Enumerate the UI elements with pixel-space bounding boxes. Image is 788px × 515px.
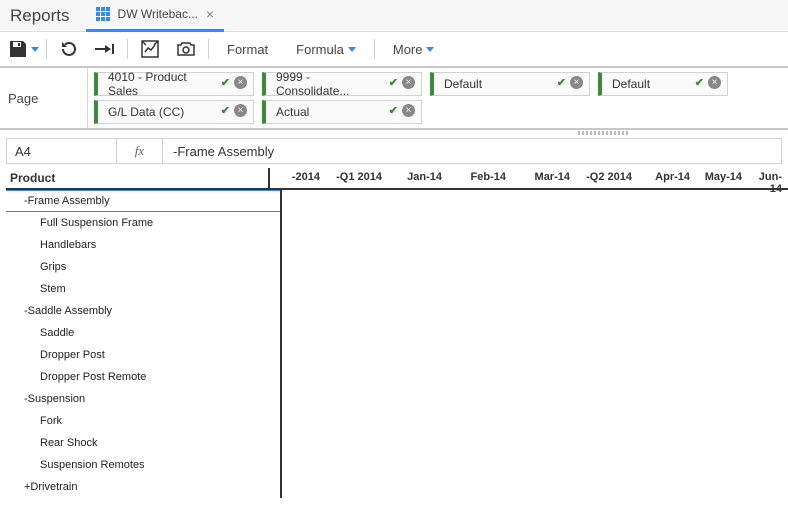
- submit-button[interactable]: [87, 31, 123, 67]
- toolbar: Format Formula More: [0, 32, 788, 68]
- fx-label[interactable]: fx: [117, 139, 163, 163]
- product-row[interactable]: Full Suspension Frame: [6, 212, 280, 234]
- chevron-down-icon: [426, 47, 434, 52]
- time-column-header[interactable]: -Q2 2014: [576, 168, 638, 188]
- filter-label: Default: [444, 77, 482, 91]
- save-button[interactable]: [6, 31, 42, 67]
- filter-pill[interactable]: 4010 - Product Sales ✔ ×: [94, 72, 254, 96]
- product-row[interactable]: +Drivetrain: [6, 476, 280, 498]
- filter-pill[interactable]: 9999 - Consolidate... ✔ ×: [262, 72, 422, 96]
- refresh-button[interactable]: [51, 31, 87, 67]
- time-column-headers: -2014-Q1 2014Jan-14Feb-14Mar-14-Q2 2014A…: [270, 168, 788, 190]
- time-column-header[interactable]: Jun-14: [748, 168, 788, 188]
- resize-grip[interactable]: [0, 130, 788, 136]
- filter-label: Default: [612, 77, 650, 91]
- chevron-down-icon: [31, 47, 39, 52]
- tab-label: DW Writebac...: [118, 7, 198, 21]
- check-icon: ✔: [389, 76, 398, 89]
- product-row[interactable]: Rear Shock: [6, 432, 280, 454]
- tabs-bar: Reports DW Writebac... ×: [0, 0, 788, 32]
- filter-line-2: G/L Data (CC) ✔ × Actual ✔ ×: [94, 100, 782, 124]
- filter-label: 9999 - Consolidate...: [276, 70, 381, 98]
- clear-filter-button[interactable]: ×: [234, 76, 247, 89]
- more-menu[interactable]: More: [379, 31, 449, 67]
- tab-close-button[interactable]: ×: [206, 6, 214, 22]
- separator: [208, 39, 209, 59]
- product-row[interactable]: -Saddle Assembly: [6, 300, 280, 322]
- reports-heading: Reports: [0, 6, 86, 26]
- product-row[interactable]: Saddle: [6, 322, 280, 344]
- data-area[interactable]: [282, 190, 788, 498]
- filter-pill[interactable]: Default ✔ ×: [430, 72, 590, 96]
- filter-pill[interactable]: Actual ✔ ×: [262, 100, 422, 124]
- time-column-header[interactable]: Jan-14: [388, 168, 448, 188]
- check-icon: ✔: [221, 104, 230, 117]
- camera-button[interactable]: [168, 31, 204, 67]
- product-row[interactable]: -Frame Assembly: [6, 190, 280, 212]
- column-headers: Product -2014-Q1 2014Jan-14Feb-14Mar-14-…: [6, 168, 788, 190]
- grid-icon: [96, 7, 110, 21]
- separator: [46, 39, 47, 59]
- product-row[interactable]: -Suspension: [6, 388, 280, 410]
- filter-line-1: 4010 - Product Sales✔×9999 - Consolidate…: [94, 72, 782, 96]
- page-label: Page: [0, 68, 88, 128]
- clear-filter-button[interactable]: ×: [402, 76, 415, 89]
- product-row[interactable]: Dropper Post: [6, 344, 280, 366]
- check-icon: ✔: [695, 76, 704, 89]
- time-column-header[interactable]: -Q1 2014: [326, 168, 388, 188]
- check-icon: ✔: [389, 104, 398, 117]
- page-filter-bar: Page 4010 - Product Sales✔×9999 - Consol…: [0, 68, 788, 130]
- data-grid: Product -2014-Q1 2014Jan-14Feb-14Mar-14-…: [6, 168, 788, 498]
- clear-filter-button[interactable]: ×: [234, 104, 247, 117]
- separator: [127, 39, 128, 59]
- filter-pill[interactable]: Default ✔ ×: [598, 72, 728, 96]
- time-column-header[interactable]: -2014: [270, 168, 326, 188]
- product-column: -Frame AssemblyFull Suspension FrameHand…: [6, 190, 282, 498]
- formula-input[interactable]: -Frame Assembly: [163, 139, 781, 163]
- tab-dw-writeback[interactable]: DW Writebac... ×: [86, 0, 225, 32]
- separator: [374, 39, 375, 59]
- product-column-header[interactable]: Product: [6, 168, 270, 190]
- formula-bar: A4 fx -Frame Assembly: [6, 138, 782, 164]
- formula-menu[interactable]: Formula: [282, 31, 370, 67]
- clear-filter-button[interactable]: ×: [570, 76, 583, 89]
- chart-button[interactable]: [132, 31, 168, 67]
- check-icon: ✔: [557, 76, 566, 89]
- filter-label: 4010 - Product Sales: [108, 70, 213, 98]
- product-row[interactable]: Grips: [6, 256, 280, 278]
- time-column-header[interactable]: Mar-14: [512, 168, 576, 188]
- chevron-down-icon: [348, 47, 356, 52]
- clear-filter-button[interactable]: ×: [402, 104, 415, 117]
- filter-pill[interactable]: G/L Data (CC) ✔ ×: [94, 100, 254, 124]
- product-row[interactable]: Fork: [6, 410, 280, 432]
- format-menu[interactable]: Format: [213, 31, 282, 67]
- time-column-header[interactable]: May-14: [696, 168, 748, 188]
- time-column-header[interactable]: Apr-14: [638, 168, 696, 188]
- product-row[interactable]: Stem: [6, 278, 280, 300]
- cell-reference-input[interactable]: A4: [7, 139, 117, 163]
- filter-label: G/L Data (CC): [108, 105, 184, 119]
- check-icon: ✔: [221, 76, 230, 89]
- clear-filter-button[interactable]: ×: [708, 76, 721, 89]
- product-row[interactable]: Suspension Remotes: [6, 454, 280, 476]
- product-row[interactable]: Handlebars: [6, 234, 280, 256]
- product-row[interactable]: Dropper Post Remote: [6, 366, 280, 388]
- filter-label: Actual: [276, 105, 309, 119]
- time-column-header[interactable]: Feb-14: [448, 168, 512, 188]
